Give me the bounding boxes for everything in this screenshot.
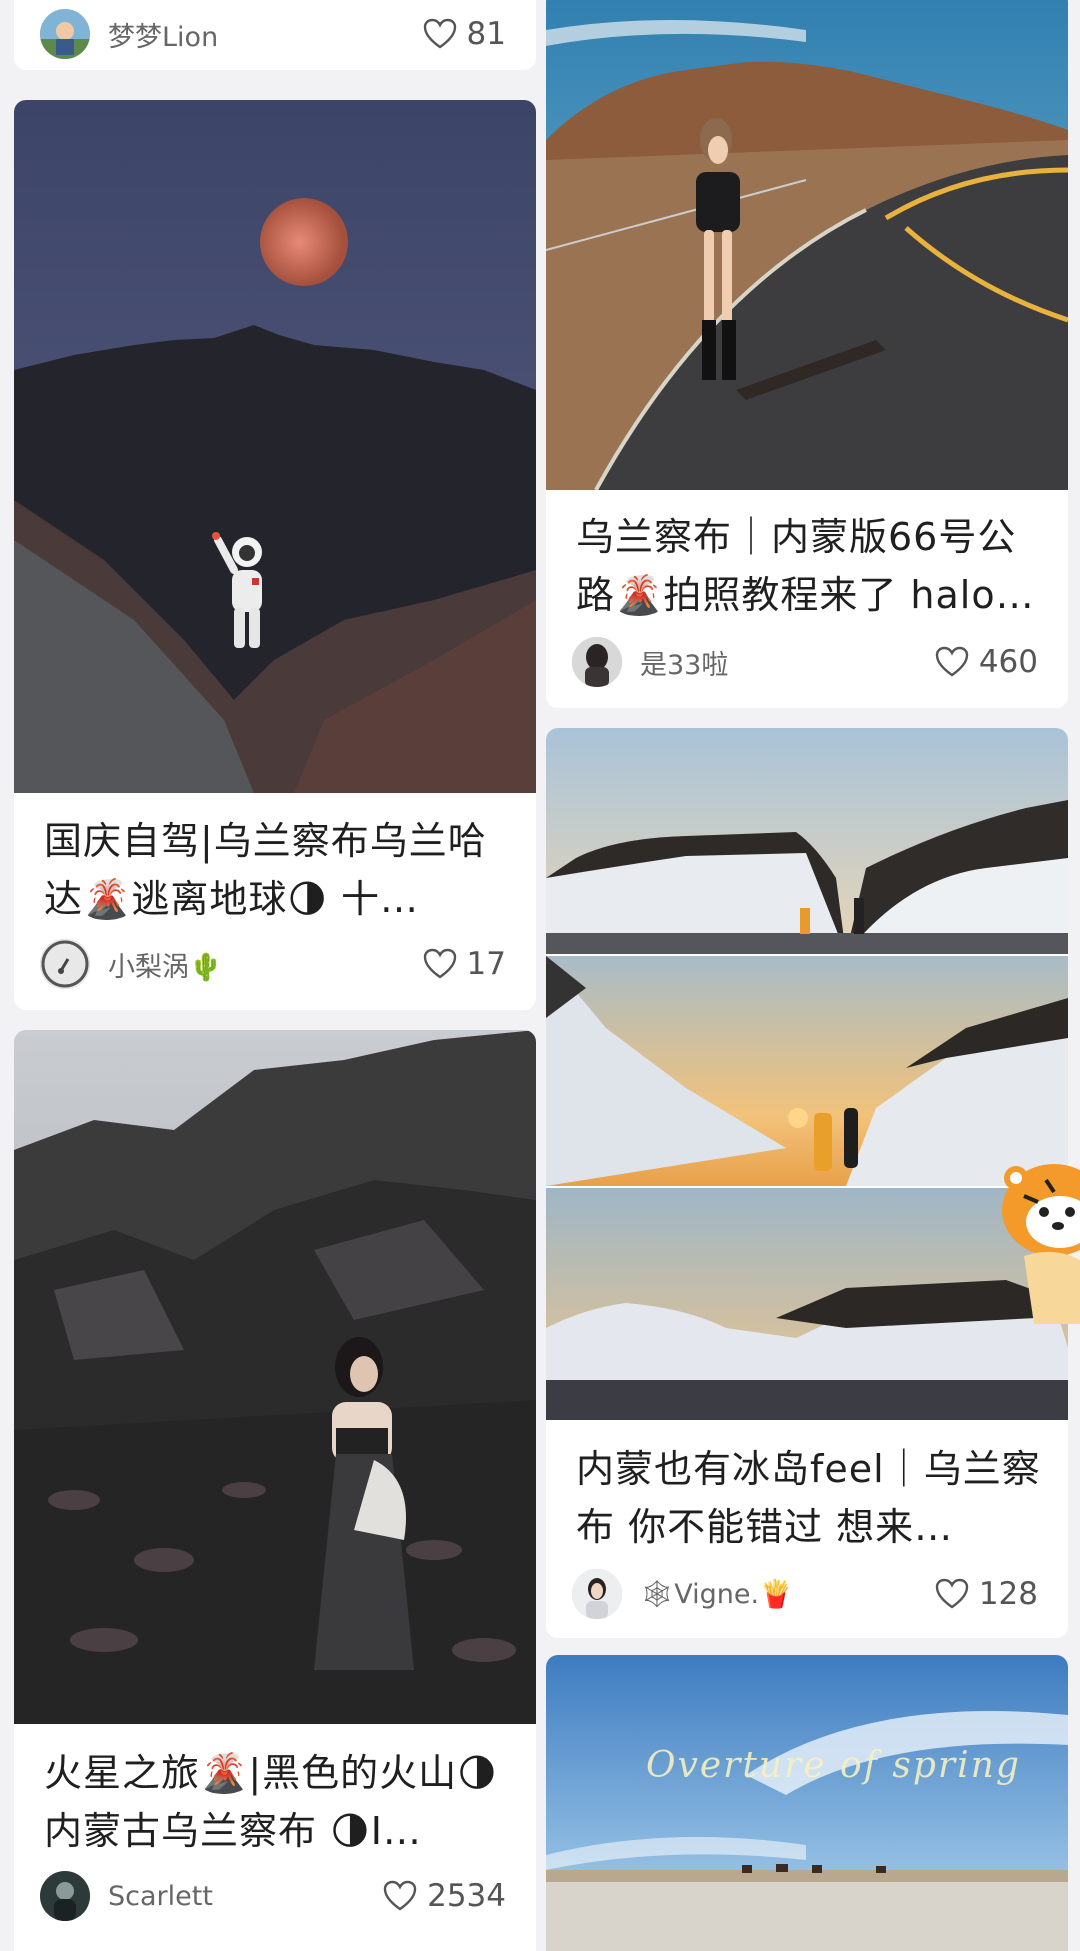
cover-overlay-text: Overture of spring [646,1745,1021,1786]
feed-card[interactable]: 乌兰察布｜内蒙版66号公路🌋拍照教程来了 halo… 是33啦 460 [546,0,1068,708]
card-title[interactable]: 乌兰察布｜内蒙版66号公路🌋拍照教程来了 halo… [576,508,1042,624]
feed-card[interactable]: Overture of spring [546,1655,1068,1951]
card-cover-image[interactable] [14,100,536,793]
heart-icon [423,18,456,49]
heart-icon [935,1578,969,1609]
author-name[interactable]: Scarlett [108,1881,213,1912]
heart-icon [423,948,456,979]
heart-icon [935,646,969,677]
like-count: 2534 [427,1878,506,1914]
author-name[interactable]: 小梨涡🌵 [108,945,223,984]
card-title[interactable]: 火星之旅🌋|黑色的火山🌗内蒙古乌兰察布 🌗I… [44,1744,510,1860]
feed-card[interactable]: 火星之旅🌋|黑色的火山🌗内蒙古乌兰察布 🌗I… Scarlett 2534 [14,1030,536,1951]
like-button[interactable]: 17 [423,946,506,982]
author-avatar[interactable] [40,939,90,989]
like-button[interactable]: 81 [423,16,506,52]
author-name[interactable]: 🕸Vigne.🍟 [640,1578,793,1610]
card-meta: 是33啦 460 [572,634,1038,690]
like-button[interactable]: 128 [935,1576,1038,1612]
card-meta: Scarlett 2534 [40,1868,506,1924]
author-avatar[interactable] [572,637,622,687]
feed-card[interactable]: 梦梦Lion 81 [14,0,536,70]
card-cover-image[interactable] [546,0,1068,490]
like-count: 460 [978,644,1038,680]
author-avatar[interactable] [40,1871,90,1921]
card-title[interactable]: 国庆自驾|乌兰察布乌兰哈达🌋逃离地球🌗 十… [44,812,510,928]
author-avatar[interactable] [40,9,90,59]
floating-tiger-sticker[interactable] [994,1156,1080,1324]
like-count: 81 [466,16,506,52]
like-button[interactable]: 460 [935,644,1038,680]
heart-icon [383,1880,417,1911]
card-cover-image[interactable] [14,1030,536,1724]
card-meta: 梦梦Lion 81 [40,6,506,62]
card-cover-image[interactable] [546,1655,1068,1951]
like-count: 17 [466,946,506,982]
feed-card[interactable]: 国庆自驾|乌兰察布乌兰哈达🌋逃离地球🌗 十… 小梨涡🌵 17 [14,100,536,1010]
card-meta: 🕸Vigne.🍟 128 [572,1566,1038,1622]
card-cover-image[interactable] [546,728,1068,1420]
author-avatar[interactable] [572,1569,622,1619]
author-name[interactable]: 梦梦Lion [108,15,218,54]
card-title[interactable]: 内蒙也有冰岛feel｜乌兰察布 你不能错过 想来… [576,1440,1042,1556]
author-name[interactable]: 是33啦 [640,643,728,682]
feed-card[interactable]: 内蒙也有冰岛feel｜乌兰察布 你不能错过 想来… 🕸Vigne.🍟 128 [546,728,1068,1638]
like-count: 128 [978,1576,1038,1612]
card-meta: 小梨涡🌵 17 [40,936,506,992]
like-button[interactable]: 2534 [383,1878,506,1914]
